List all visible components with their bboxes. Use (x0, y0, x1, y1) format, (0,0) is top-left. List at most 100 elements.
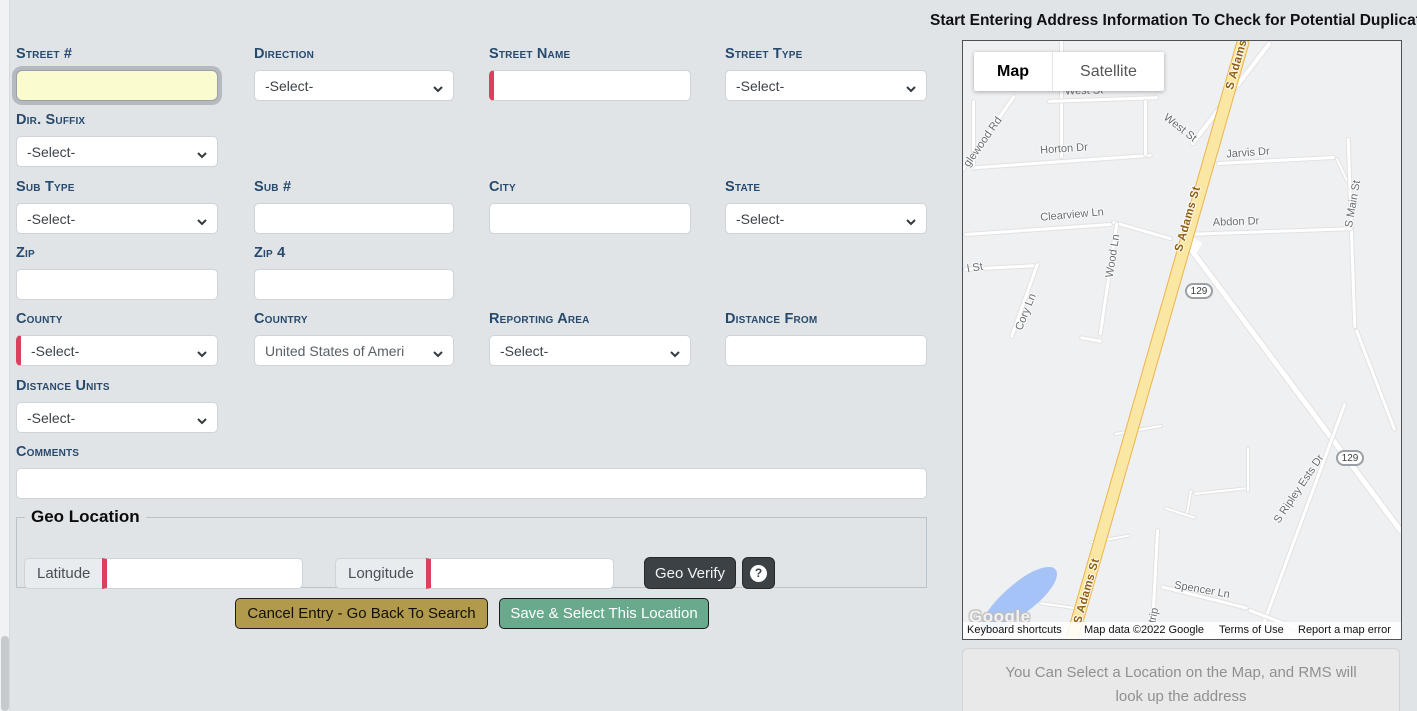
country-select[interactable]: United States of Ameri (254, 335, 454, 366)
road (1353, 328, 1397, 432)
route-129-badge: 129 (1336, 450, 1364, 466)
state-select-value: -Select- (736, 211, 784, 227)
terms-of-use-link[interactable]: Terms of Use (1219, 624, 1284, 636)
road-label: glewood Rd (962, 115, 1005, 169)
map-type-control: Map Satellite (974, 52, 1164, 91)
road (1193, 486, 1249, 496)
map-hint-line2: look up the address (963, 685, 1399, 709)
direction-select[interactable]: -Select- (254, 70, 454, 101)
save-select-location-button[interactable]: Save & Select This Location (499, 598, 709, 629)
chevron-down-icon (432, 81, 444, 97)
road-label: S Ripley Ests Dr (1272, 452, 1327, 525)
road-label-s-adams: S Adams St (1072, 557, 1102, 625)
road (1251, 401, 1348, 640)
report-map-error-link[interactable]: Report a map error (1298, 624, 1391, 636)
cancel-entry-button[interactable]: Cancel Entry - Go Back To Search (235, 598, 488, 629)
road (963, 222, 1113, 237)
longitude-label: Longitude (335, 558, 426, 589)
chevron-down-icon (432, 346, 444, 362)
reporting-area-label: Reporting Area (489, 311, 590, 327)
chevron-down-icon (669, 346, 681, 362)
street-number-label: Street # (16, 46, 72, 62)
street-type-select[interactable]: -Select- (725, 70, 927, 101)
reporting-area-select[interactable]: -Select- (489, 335, 691, 366)
satellite-tab[interactable]: Satellite (1053, 52, 1164, 91)
street-number-input[interactable] (16, 70, 218, 101)
road-label: Horton Dr (1040, 141, 1088, 156)
street-type-label: Street Type (725, 46, 803, 62)
left-scrollbar-track[interactable] (0, 0, 10, 711)
zip4-input[interactable] (254, 269, 454, 300)
road-label: l St (966, 261, 984, 276)
road (1346, 137, 1358, 329)
latitude-input[interactable] (102, 558, 303, 589)
street-type-select-value: -Select- (736, 78, 784, 94)
county-label: County (16, 311, 63, 327)
direction-label: Direction (254, 46, 314, 62)
duplicates-notice: Start Entering Address Information To Ch… (930, 12, 1412, 30)
road (1185, 489, 1193, 515)
map-attribution: Keyboard shortcuts Map data ©2022 Google… (963, 622, 1401, 639)
dir-suffix-select[interactable]: -Select- (16, 136, 218, 167)
chevron-down-icon (196, 147, 208, 163)
sub-type-label: Sub Type (16, 179, 75, 195)
latitude-group: Latitude (24, 558, 303, 589)
direction-select-value: -Select- (265, 78, 313, 94)
sub-number-input[interactable] (254, 203, 454, 234)
sub-type-select-value: -Select- (27, 211, 75, 227)
road-label: Abdon Dr (1213, 215, 1260, 229)
distance-units-label: Distance Units (16, 378, 110, 394)
sub-number-label: Sub # (254, 179, 291, 195)
state-label: State (725, 179, 760, 195)
comments-input[interactable] (16, 468, 927, 499)
city-input[interactable] (489, 203, 691, 234)
chevron-down-icon (196, 346, 208, 362)
country-label: Country (254, 311, 308, 327)
question-mark-icon: ? (750, 565, 767, 582)
map-tab[interactable]: Map (974, 52, 1053, 91)
dir-suffix-label: Dir. Suffix (16, 112, 85, 128)
left-scrollbar-thumb[interactable] (1, 636, 9, 711)
map-hint-line1: You Can Select a Location on the Map, an… (963, 661, 1399, 685)
longitude-input[interactable] (426, 558, 614, 589)
sub-type-select[interactable]: -Select- (16, 203, 218, 234)
map-canvas[interactable]: West St West St Horton Dr glewood Rd Cle… (962, 40, 1402, 640)
distance-units-select-value: -Select- (27, 410, 75, 426)
map-data-text: Map data ©2022 Google (1084, 624, 1204, 636)
county-select-value: -Select- (31, 343, 79, 359)
road (1163, 506, 1197, 520)
city-label: City (489, 179, 516, 195)
zip4-label: Zip 4 (254, 245, 285, 261)
road (1143, 99, 1148, 157)
comments-label: Comments (16, 444, 79, 460)
longitude-group: Longitude (335, 558, 614, 589)
road-label: West St (1161, 111, 1199, 144)
keyboard-shortcuts-link[interactable]: Keyboard shortcuts (967, 624, 1062, 636)
distance-from-label: Distance From (725, 311, 817, 327)
street-name-input[interactable] (489, 70, 691, 101)
zip-label: Zip (16, 245, 35, 261)
map-hint: You Can Select a Location on the Map, an… (962, 648, 1400, 711)
geo-verify-button[interactable]: Geo Verify (644, 557, 736, 589)
chevron-down-icon (196, 214, 208, 230)
county-select[interactable]: -Select- (16, 335, 218, 366)
zip-input[interactable] (16, 269, 218, 300)
geo-help-button[interactable]: ? (742, 557, 775, 589)
chevron-down-icon (905, 81, 917, 97)
state-select[interactable]: -Select- (725, 203, 927, 234)
country-select-value: United States of Ameri (265, 343, 404, 359)
distance-from-input[interactable] (725, 335, 927, 366)
road (1246, 447, 1250, 493)
chevron-down-icon (905, 214, 917, 230)
road-label: Wood Ln (1104, 233, 1123, 278)
geo-location-fieldset: Geo Location Latitude Longitude Geo Veri… (16, 507, 927, 588)
distance-units-select[interactable]: -Select- (16, 402, 218, 433)
latitude-label: Latitude (24, 558, 102, 589)
road-label: Clearview Ln (1040, 206, 1104, 223)
chevron-down-icon (196, 413, 208, 429)
street-name-label: Street Name (489, 46, 570, 62)
geo-location-legend: Geo Location (25, 507, 146, 527)
dir-suffix-select-value: -Select- (27, 144, 75, 160)
reporting-area-select-value: -Select- (500, 343, 548, 359)
route-129-badge: 129 (1185, 283, 1213, 299)
